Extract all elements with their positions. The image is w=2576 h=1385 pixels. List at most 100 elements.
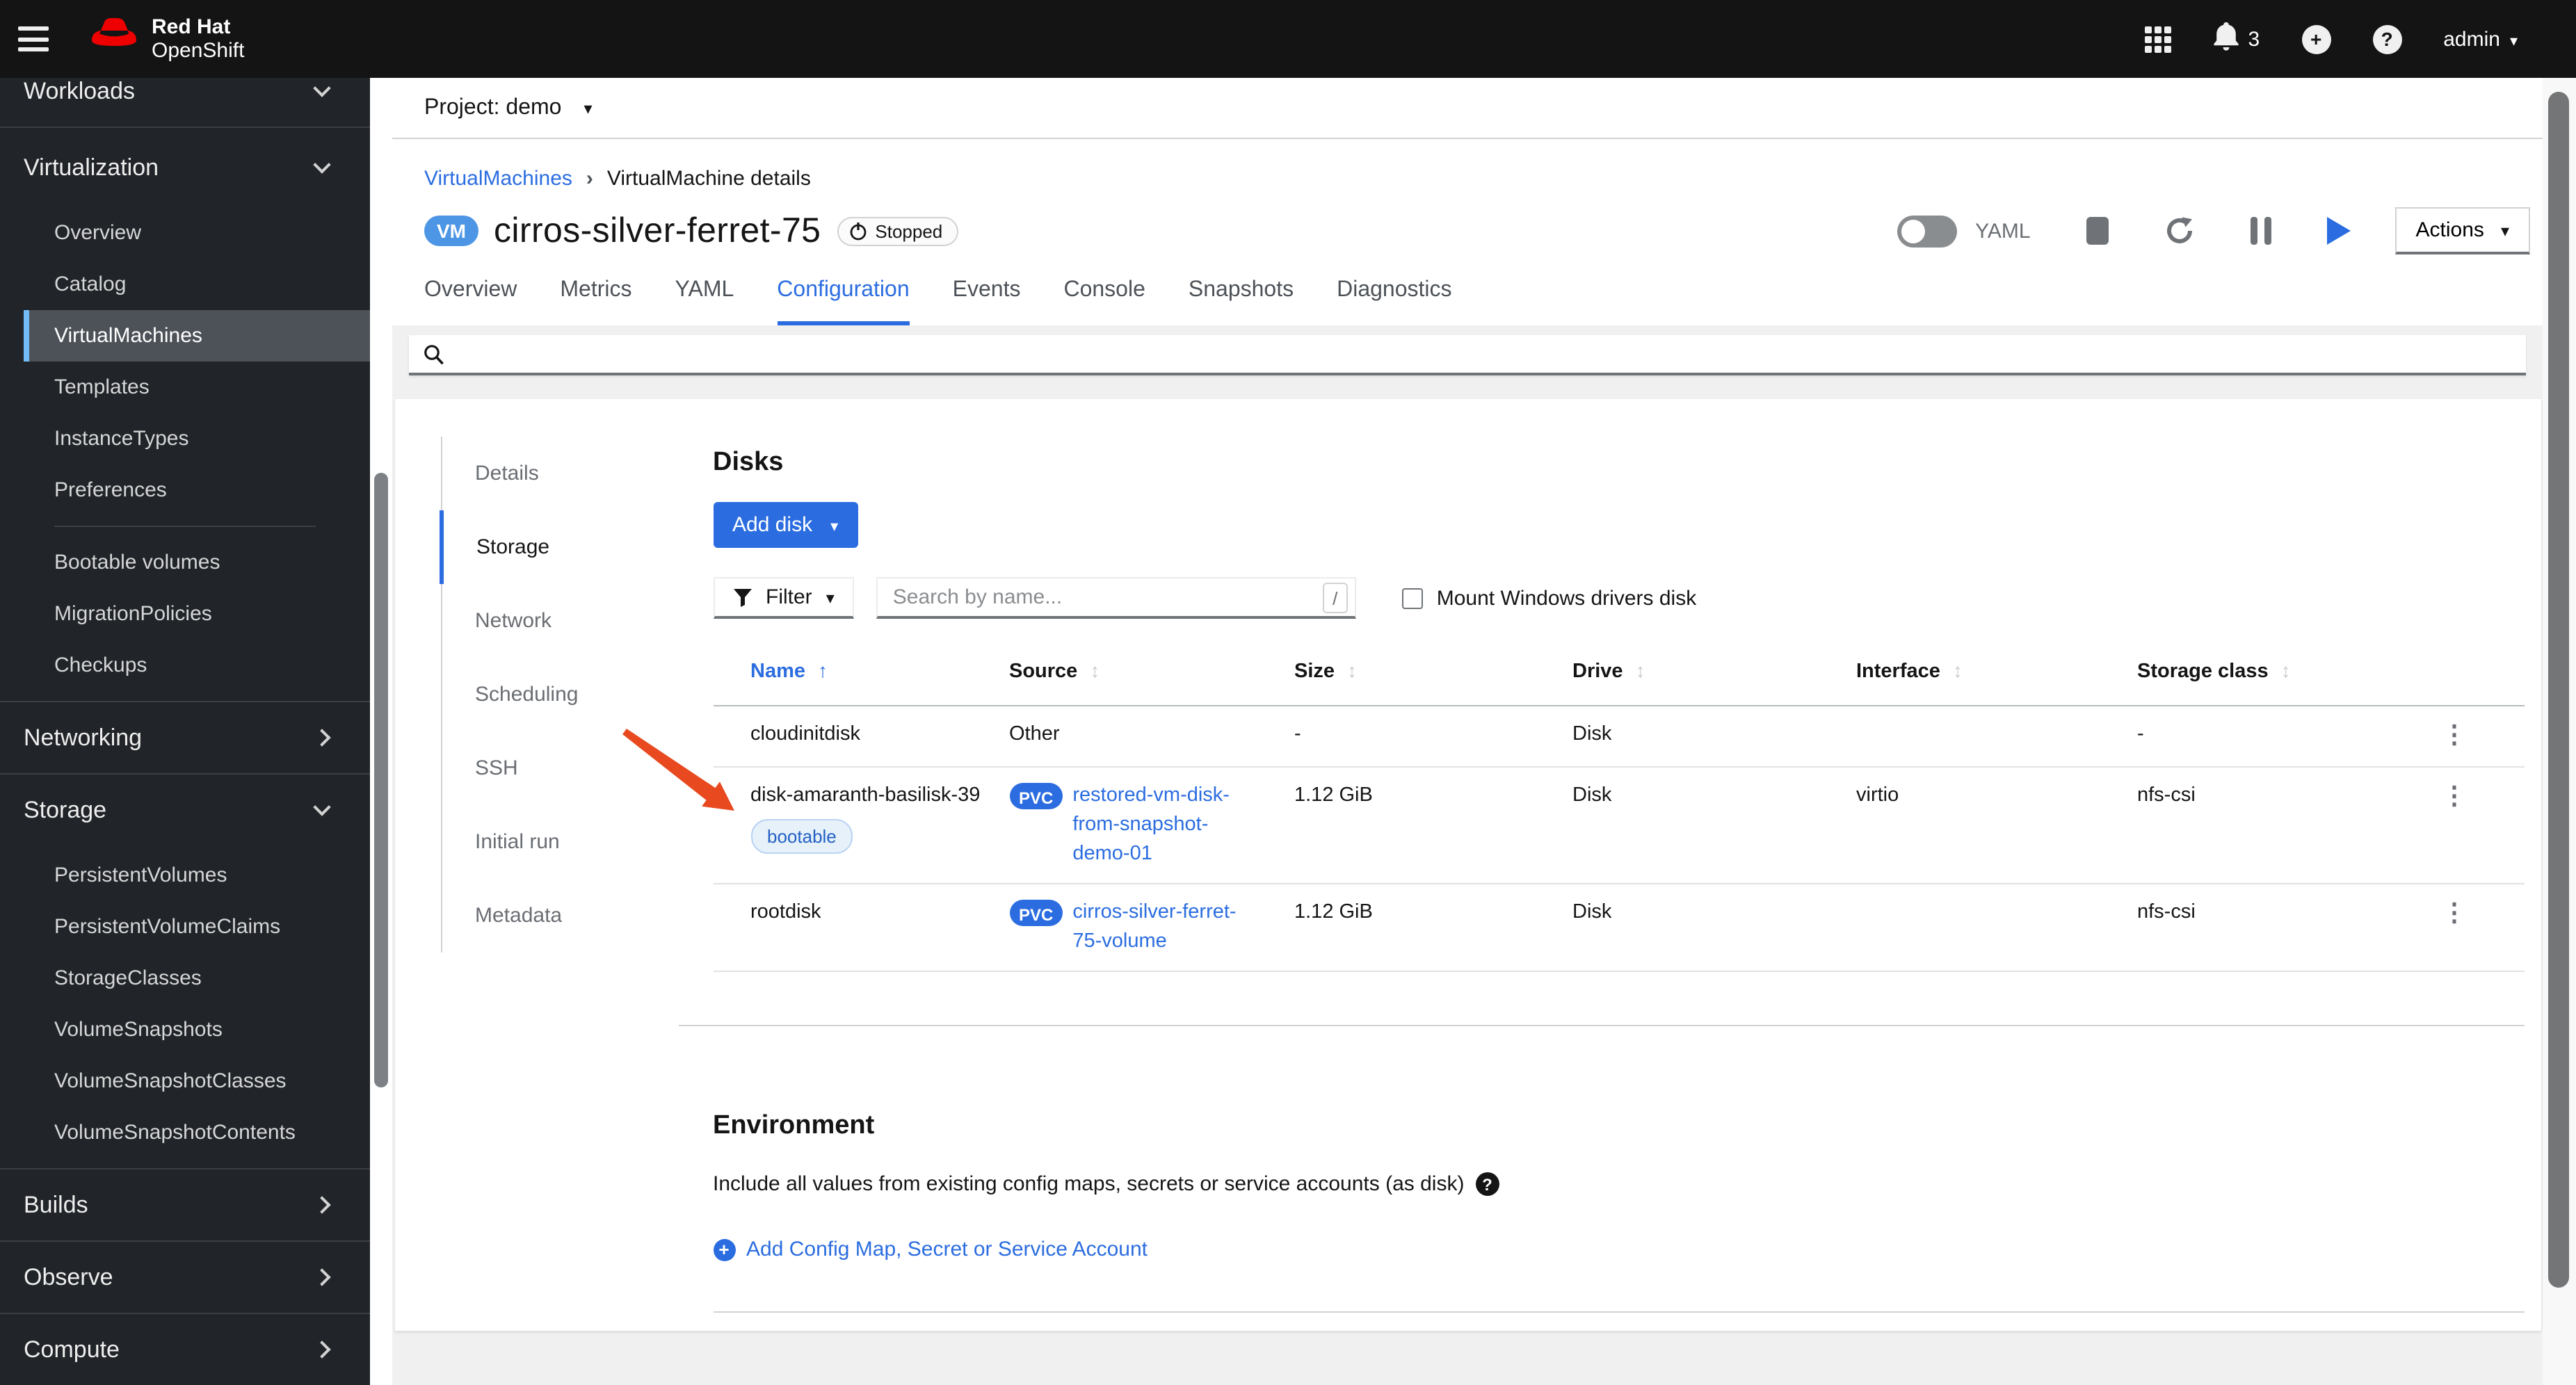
column-header-size[interactable]: Size <box>1294 638 1572 705</box>
sidebar-item-migrationpolicies[interactable]: MigrationPolicies <box>24 588 370 640</box>
column-header-drive[interactable]: Drive <box>1572 638 1856 705</box>
caret-down-icon <box>830 513 838 537</box>
add-disk-button[interactable]: Add disk <box>713 502 858 548</box>
column-header-storage-class[interactable]: Storage class <box>2137 638 2442 705</box>
subnav-item-ssh[interactable]: SSH <box>442 731 664 805</box>
column-header-interface[interactable]: Interface <box>1856 638 2137 705</box>
page-scrollbar-track[interactable] <box>2543 78 2576 1385</box>
hamburger-menu-icon[interactable] <box>18 26 49 51</box>
sidebar-item-checkups[interactable]: Checkups <box>24 640 370 691</box>
app-launcher-icon[interactable] <box>2145 26 2172 52</box>
kebab-menu-icon[interactable] <box>2442 720 2467 748</box>
sidebar-item-observe[interactable]: Observe <box>0 1252 370 1303</box>
sidebar-item-volumesnapshotcontents[interactable]: VolumeSnapshotContents <box>24 1107 370 1158</box>
sidebar-item-volumesnapshotclasses[interactable]: VolumeSnapshotClasses <box>24 1055 370 1107</box>
sidebar-item-preferences[interactable]: Preferences <box>24 464 370 516</box>
column-header-source[interactable]: Source <box>1009 638 1294 705</box>
kebab-menu-icon[interactable] <box>2442 781 2467 809</box>
pvc-link[interactable]: cirros-silver-ferret-75-volume <box>1072 898 1262 957</box>
sidebar-item-instancetypes[interactable]: InstanceTypes <box>24 413 370 464</box>
stop-vm-button[interactable] <box>2086 217 2109 245</box>
tab-yaml[interactable]: YAML <box>675 278 734 325</box>
tab-console[interactable]: Console <box>1063 278 1145 325</box>
page-scrollbar-thumb[interactable] <box>2548 92 2569 1288</box>
user-menu[interactable]: admin <box>2443 27 2518 51</box>
table-row-cloudinitdisk: cloudinitdisk Other - Disk - <box>713 706 2524 768</box>
restart-vm-button[interactable] <box>2164 216 2195 246</box>
environment-heading: Environment <box>713 1111 875 1140</box>
breadcrumb-link-virtualmachines[interactable]: VirtualMachines <box>424 167 572 191</box>
sidebar-scrollbar-track[interactable] <box>370 78 392 1385</box>
add-config-map-link[interactable]: Add Config Map, Secret or Service Accoun… <box>713 1238 1148 1261</box>
restart-icon <box>2166 217 2192 243</box>
subnav-item-scheduling[interactable]: Scheduling <box>442 658 664 731</box>
start-vm-button[interactable] <box>2326 217 2351 245</box>
chevron-down-icon <box>313 79 331 97</box>
plus-circle-icon <box>713 1238 735 1261</box>
add-icon[interactable]: + <box>2301 24 2331 54</box>
kebab-menu-icon[interactable] <box>2442 898 2467 926</box>
yaml-toggle[interactable] <box>1897 215 1958 247</box>
mount-windows-drivers-checkbox[interactable] <box>1401 588 1423 608</box>
pvc-link[interactable]: restored-vm-disk-from-snapshot-demo-01 <box>1072 781 1262 869</box>
tab-configuration[interactable]: Configuration <box>777 278 910 325</box>
configuration-subnav: Details Storage Network Scheduling SSH I… <box>439 437 664 953</box>
subnav-item-network[interactable]: Network <box>442 584 664 658</box>
disk-drive: Disk <box>1572 901 1612 923</box>
help-icon[interactable]: ? <box>2372 24 2402 54</box>
sidebar-item-networking[interactable]: Networking <box>0 712 370 763</box>
sidebar-item-templates[interactable]: Templates <box>24 362 370 413</box>
chevron-down-icon <box>2510 27 2518 51</box>
disk-interface <box>1856 706 2137 734</box>
disk-name: rootdisk <box>750 901 821 923</box>
help-icon[interactable] <box>1475 1172 1499 1196</box>
sidebar-item-persistentvolumes[interactable]: PersistentVolumes <box>24 850 370 901</box>
search-by-name-input[interactable] <box>876 577 1356 619</box>
disks-table-header: Name Source Size Drive Interface Storage… <box>713 638 2524 706</box>
sidebar-item-overview[interactable]: Overview <box>24 207 370 259</box>
subnav-item-storage[interactable]: Storage <box>439 510 661 584</box>
sort-icon <box>1636 656 1645 687</box>
sidebar-item-catalog[interactable]: Catalog <box>24 259 370 310</box>
sidebar-item-virtualization[interactable]: Virtualization <box>0 142 370 193</box>
notifications-button[interactable]: 3 <box>2214 22 2260 56</box>
sidebar-item-persistentvolumeclaims[interactable]: PersistentVolumeClaims <box>24 901 370 953</box>
filter-icon <box>733 588 751 606</box>
subnav-item-details[interactable]: Details <box>442 437 664 510</box>
disk-drive: Disk <box>1572 784 1612 807</box>
tab-snapshots[interactable]: Snapshots <box>1189 278 1294 325</box>
pvc-badge: PVC <box>1009 783 1063 809</box>
column-header-name[interactable]: Name <box>750 638 1009 705</box>
disk-size: 1.12 GiB <box>1294 784 1373 807</box>
configuration-search-bar[interactable] <box>409 335 2526 375</box>
sidebar-item-volumesnapshots[interactable]: VolumeSnapshots <box>24 1004 370 1055</box>
brand-text: Red Hat OpenShift <box>152 15 245 63</box>
sidebar-item-storage[interactable]: Storage <box>0 784 370 836</box>
sidebar-nav: Workloads Virtualization Overview Catalo… <box>0 78 370 1385</box>
sidebar-item-bootable-volumes[interactable]: Bootable volumes <box>24 537 370 588</box>
sidebar-item-virtualmachines[interactable]: VirtualMachines <box>24 310 370 362</box>
filter-dropdown[interactable]: Filter <box>713 577 854 619</box>
tab-metrics[interactable]: Metrics <box>560 278 631 325</box>
subnav-item-initial-run[interactable]: Initial run <box>442 805 664 879</box>
subnav-item-metadata[interactable]: Metadata <box>442 879 664 953</box>
tab-overview[interactable]: Overview <box>424 278 517 325</box>
disk-storage-class: nfs-csi <box>2137 784 2196 807</box>
disk-name: cloudinitdisk <box>750 723 860 745</box>
brand-logo[interactable]: Red Hat OpenShift <box>88 15 244 63</box>
breadcrumb: VirtualMachines VirtualMachine details <box>424 167 2543 191</box>
sort-icon <box>2281 656 2291 687</box>
sidebar-item-compute[interactable]: Compute <box>0 1324 370 1375</box>
sidebar-item-builds[interactable]: Builds <box>0 1179 370 1231</box>
chevron-right-icon <box>313 1268 331 1286</box>
page-title: cirros-silver-ferret-75 <box>494 211 821 250</box>
actions-button[interactable]: Actions <box>2394 207 2530 254</box>
sidebar-item-storageclasses[interactable]: StorageClasses <box>24 953 370 1004</box>
pause-vm-button[interactable] <box>2250 217 2271 245</box>
sidebar-item-workloads[interactable]: Workloads <box>0 78 370 117</box>
disk-source-cell: PVC restored-vm-disk-from-snapshot-demo-… <box>1009 768 1294 883</box>
tab-events[interactable]: Events <box>953 278 1021 325</box>
tab-diagnostics[interactable]: Diagnostics <box>1337 278 1451 325</box>
sidebar-scrollbar-thumb[interactable] <box>374 473 388 1087</box>
project-selector[interactable]: Project: demo <box>424 95 593 120</box>
